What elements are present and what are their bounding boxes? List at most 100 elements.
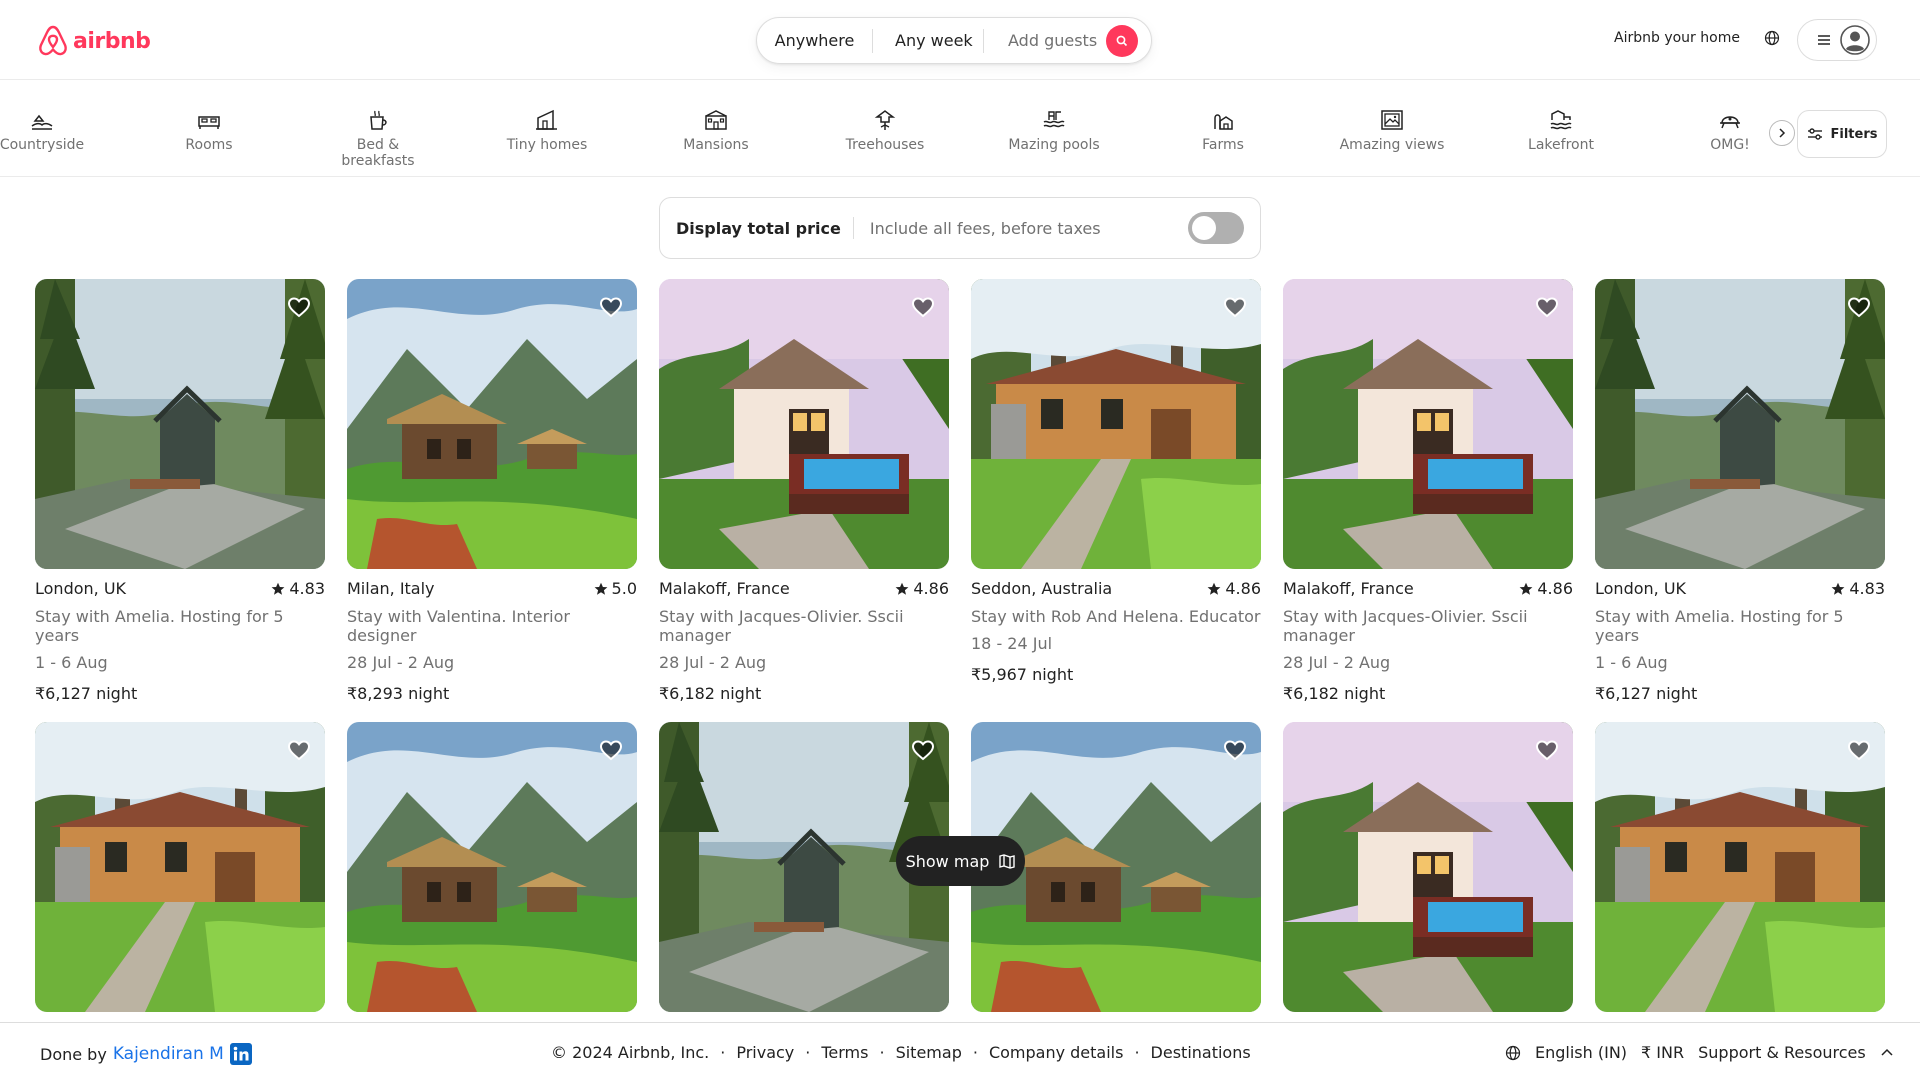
- listing-card[interactable]: London, UK 4.83 Stay with Amelia. Hosting …: [1595, 279, 1885, 704]
- support-resources-link[interactable]: Support & Resources: [1698, 1043, 1866, 1062]
- airbnb-logo-icon: [39, 25, 67, 56]
- price-unit: night: [1344, 684, 1386, 703]
- total-price-toggle[interactable]: [1188, 212, 1244, 244]
- listing-location: London, UK: [35, 579, 127, 598]
- listing-card[interactable]: [1595, 722, 1885, 1012]
- total-price-sub: Include all fees, before taxes: [869, 218, 1101, 238]
- heart-icon[interactable]: [1847, 738, 1871, 762]
- listing-location: Malakoff, France: [659, 579, 790, 598]
- listing-card[interactable]: Malakoff, France 4.86 Stay with Jacques-Ol…: [659, 279, 949, 704]
- category-bed-breakfasts[interactable]: Bed & breakfasts: [318, 108, 438, 169]
- category-farms[interactable]: Farms: [1163, 108, 1283, 153]
- copyright: © 2024 Airbnb, Inc.: [551, 1043, 710, 1062]
- category-scroll-next-button[interactable]: [1769, 120, 1795, 146]
- listing-card[interactable]: London, UK 4.83 Stay with Amelia. Hosting …: [35, 279, 325, 704]
- listing-photo[interactable]: [35, 722, 325, 1012]
- user-menu-button[interactable]: [1797, 19, 1877, 61]
- search-week[interactable]: Any week: [873, 31, 983, 50]
- category-amazing-views[interactable]: Amazing views: [1332, 108, 1452, 153]
- listing-photo[interactable]: [1595, 722, 1885, 1012]
- heart-icon[interactable]: [287, 295, 311, 319]
- listing-photo[interactable]: [971, 279, 1261, 569]
- listing-card[interactable]: [347, 722, 637, 1012]
- footer-link-privacy[interactable]: Privacy: [736, 1043, 794, 1062]
- search-anywhere[interactable]: Anywhere: [757, 31, 872, 50]
- listing-price: ₹6,182 night: [1283, 684, 1573, 704]
- heart-icon[interactable]: [1223, 738, 1247, 762]
- rooms-icon: [198, 116, 220, 129]
- listing-card[interactable]: Milan, Italy 5.0 Stay with Valentina. Inte…: [347, 279, 637, 704]
- heart-icon[interactable]: [1535, 295, 1559, 319]
- listing-photo[interactable]: [1283, 279, 1573, 569]
- search-bar[interactable]: Anywhere Any week Add guests: [756, 17, 1152, 64]
- filters-label: Filters: [1830, 126, 1878, 142]
- category-pools[interactable]: Mazing pools: [994, 108, 1114, 153]
- heart-icon[interactable]: [1223, 295, 1247, 319]
- rating-value: 5.0: [611, 579, 637, 598]
- price-unit: night: [408, 684, 450, 703]
- category-treehouses[interactable]: Treehouses: [825, 108, 945, 153]
- category-lakefront[interactable]: Lakefront: [1501, 108, 1621, 153]
- search-guests[interactable]: Add guests: [984, 31, 1104, 50]
- separator: ·: [805, 1043, 811, 1062]
- heart-icon[interactable]: [599, 295, 623, 319]
- search-button[interactable]: [1106, 24, 1138, 57]
- listing-image: [35, 279, 325, 569]
- category-countryside[interactable]: Countryside: [0, 108, 102, 153]
- chevron-up-icon[interactable]: [1880, 1046, 1894, 1060]
- listing-photo[interactable]: [347, 722, 637, 1012]
- heart-icon[interactable]: [911, 295, 935, 319]
- listing-photo[interactable]: [35, 279, 325, 569]
- heart-icon[interactable]: [599, 738, 623, 762]
- linkedin-icon[interactable]: [229, 1043, 252, 1065]
- listing-location: Seddon, Australia: [971, 579, 1113, 598]
- heart-icon[interactable]: [1535, 738, 1559, 762]
- listing-card[interactable]: Malakoff, France 4.86 Stay with Jacques-Ol…: [1283, 279, 1573, 704]
- listing-image: [971, 279, 1261, 569]
- listing-rating: 4.83: [1831, 579, 1885, 599]
- listing-photo[interactable]: [347, 279, 637, 569]
- listing-image: [659, 279, 949, 569]
- listing-photo[interactable]: [1595, 279, 1885, 569]
- heart-icon[interactable]: [287, 738, 311, 762]
- listing-location: London, UK: [1595, 579, 1687, 598]
- listing-card[interactable]: [1283, 722, 1573, 1012]
- menu-icon: [1818, 35, 1830, 45]
- listing-price: ₹6,182 night: [659, 684, 949, 704]
- category-mansions[interactable]: Mansions: [656, 108, 776, 153]
- price-unit: night: [720, 684, 762, 703]
- author-link[interactable]: Kajendiran M: [113, 1044, 224, 1064]
- language-selector[interactable]: English (IN): [1535, 1043, 1627, 1062]
- countryside-icon: [31, 114, 53, 130]
- show-map-button[interactable]: Show map: [896, 836, 1025, 886]
- airbnb-your-home-link[interactable]: Airbnb your home: [1614, 30, 1740, 46]
- heart-icon[interactable]: [1847, 295, 1871, 319]
- listing-host-desc: Stay with Jacques-Olivier. Sscii manager: [1283, 607, 1528, 645]
- listing-photo[interactable]: [659, 279, 949, 569]
- farm-icon: [1214, 114, 1233, 130]
- footer-link-company-details[interactable]: Company details: [989, 1043, 1124, 1062]
- footer-link-sitemap[interactable]: Sitemap: [896, 1043, 962, 1062]
- listing-photo[interactable]: [1283, 722, 1573, 1012]
- language-globe-button[interactable]: [1764, 30, 1780, 50]
- category-label: OMG!: [1710, 137, 1750, 153]
- category-label: Bed & breakfasts: [341, 137, 415, 169]
- bed-breakfast-icon: [370, 110, 387, 130]
- listing-card[interactable]: [35, 722, 325, 1012]
- heart-icon[interactable]: [911, 738, 935, 762]
- footer-link-destinations[interactable]: Destinations: [1151, 1043, 1251, 1062]
- listing-dates: 28 Jul - 2 Aug: [347, 653, 455, 672]
- listing-card[interactable]: Seddon, Australia 4.86 Stay with Rob And H…: [971, 279, 1261, 685]
- listing-host-desc: Stay with Jacques-Olivier. Sscii manager: [659, 607, 904, 645]
- currency-selector[interactable]: ₹ INR: [1641, 1043, 1684, 1062]
- airbnb-logo[interactable]: airbnb: [37, 24, 151, 58]
- listing-image: [1595, 279, 1885, 569]
- category-tiny-homes[interactable]: Tiny homes: [487, 108, 607, 153]
- listing-host-desc: Stay with Amelia. Hosting for 5 years: [35, 607, 284, 645]
- price-amount: ₹8,293: [347, 684, 403, 703]
- filters-button[interactable]: Filters: [1797, 110, 1887, 158]
- listing-dates: 28 Jul - 2 Aug: [659, 653, 767, 672]
- category-label: Treehouses: [845, 137, 925, 153]
- footer-link-terms[interactable]: Terms: [821, 1043, 868, 1062]
- category-rooms[interactable]: Rooms: [149, 108, 269, 153]
